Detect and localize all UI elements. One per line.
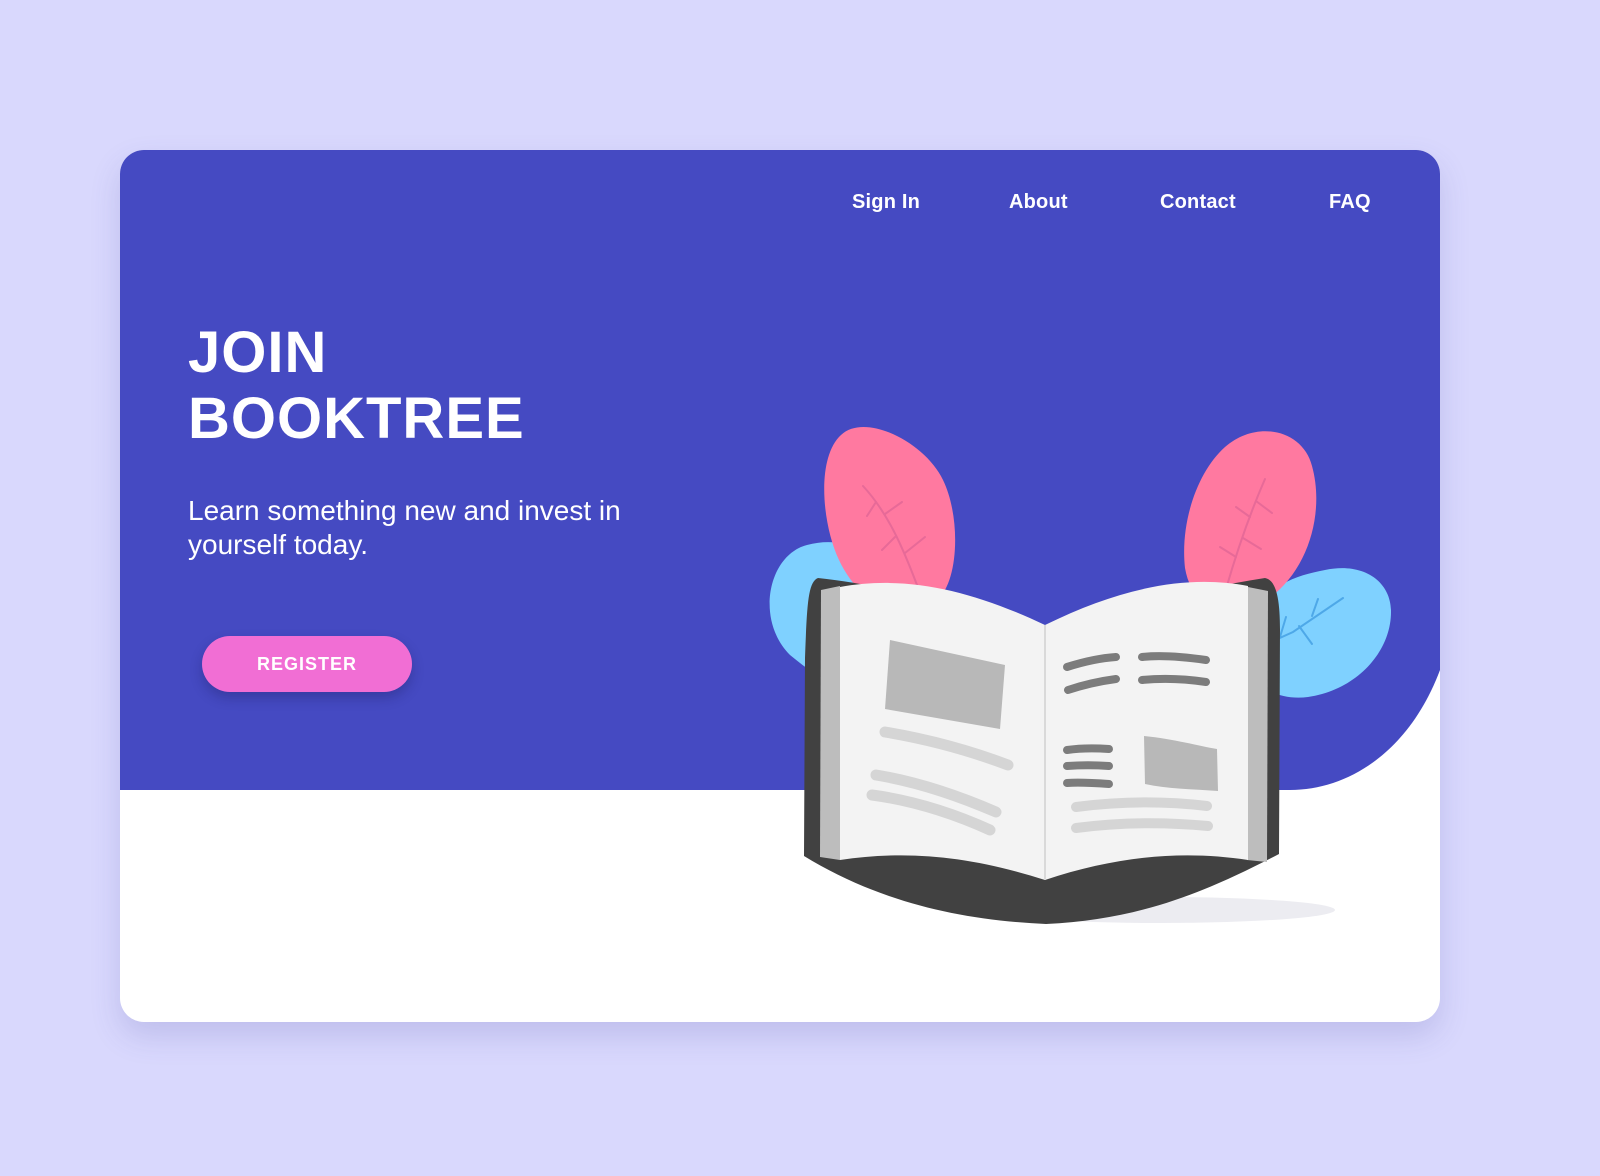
top-navigation: Sign In About Contact FAQ bbox=[120, 186, 1440, 218]
landing-card: Sign In About Contact FAQ JOIN BOOKTREE … bbox=[120, 150, 1440, 1022]
nav-faq-link[interactable]: FAQ bbox=[1329, 186, 1371, 218]
register-button[interactable]: REGISTER bbox=[202, 636, 412, 692]
open-book-with-leaves-icon bbox=[769, 426, 1392, 924]
hero-title-line-2: BOOKTREE bbox=[188, 386, 525, 451]
hero-title: JOIN BOOKTREE bbox=[188, 320, 525, 452]
nav-contact-link[interactable]: Contact bbox=[1160, 186, 1236, 218]
hero-title-line-1: JOIN bbox=[188, 320, 328, 385]
nav-sign-in-link[interactable]: Sign In bbox=[852, 186, 920, 218]
nav-about-link[interactable]: About bbox=[1009, 186, 1068, 218]
hero-subtitle: Learn something new and invest in yourse… bbox=[188, 495, 621, 560]
